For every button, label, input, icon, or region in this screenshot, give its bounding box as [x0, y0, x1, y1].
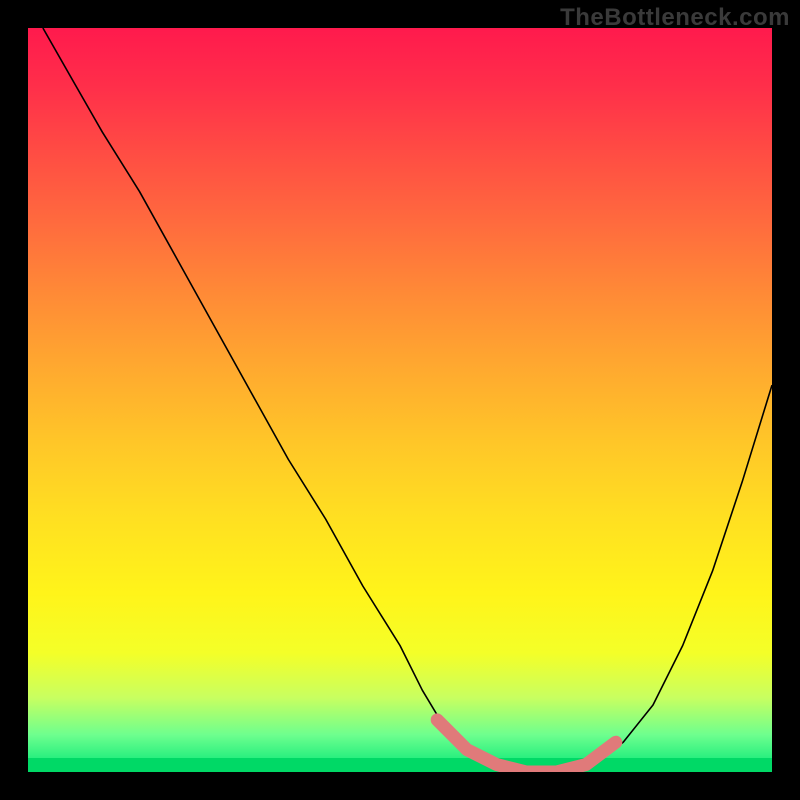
chart-frame: TheBottleneck.com: [0, 0, 800, 800]
tolerance-band: [437, 720, 616, 772]
bottleneck-curve-svg: [28, 28, 772, 772]
plot-area: [28, 28, 772, 772]
bottleneck-curve-line: [43, 28, 772, 772]
